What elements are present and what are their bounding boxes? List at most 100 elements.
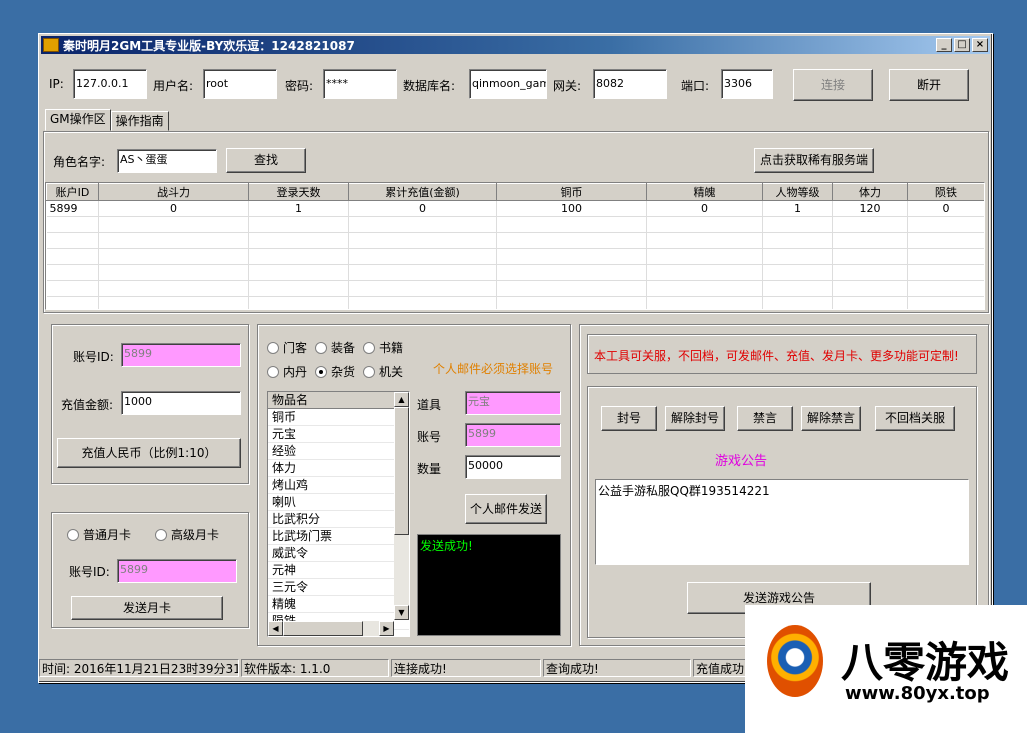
table-cell xyxy=(98,232,249,249)
connect-button[interactable]: 连接 xyxy=(793,69,873,101)
status-time: 时间: 2016年11月21日23时39分31秒 xyxy=(39,659,239,677)
ban-account-button[interactable]: 封号 xyxy=(601,406,657,431)
table-row[interactable] xyxy=(46,280,984,297)
list-item[interactable]: 烤山鸡 xyxy=(268,477,409,494)
table-cell: 5899 xyxy=(46,200,99,217)
list-item[interactable]: 威武令 xyxy=(268,545,409,562)
table-row[interactable] xyxy=(46,264,984,281)
tab-strip: GM操作区 操作指南 xyxy=(45,109,169,131)
scroll-thumb[interactable] xyxy=(394,407,409,535)
column-header[interactable]: 精魄 xyxy=(646,183,763,201)
role-name-field[interactable]: AS丶蛋蛋 xyxy=(117,149,217,173)
table-cell xyxy=(46,264,99,281)
database-field[interactable]: qinmoon_game xyxy=(469,69,547,99)
normal-monthcard-radio[interactable]: 普通月卡 xyxy=(67,526,131,543)
table-cell xyxy=(496,248,647,265)
shutdown-no-rollback-button[interactable]: 不回档关服 xyxy=(875,406,955,431)
list-item[interactable]: 比武积分 xyxy=(268,511,409,528)
table-row[interactable] xyxy=(46,248,984,265)
minimize-button[interactable]: _ xyxy=(936,38,952,52)
announce-textarea[interactable]: 公益手游私服QQ群193514221 xyxy=(595,479,969,565)
table-row[interactable]: 5899 0 1 0 100 0 1 120 0 xyxy=(46,200,984,217)
table-cell xyxy=(832,216,908,233)
table-row[interactable] xyxy=(46,296,984,309)
table-header: 账户ID 战斗力 登录天数 累计充值(金额) 铜币 精魄 人物等级 体力 陨铁 xyxy=(46,183,984,201)
port-field[interactable]: 3306 xyxy=(721,69,773,99)
unban-account-button[interactable]: 解除封号 xyxy=(665,406,725,431)
cat-radio-mechanism[interactable]: 机关 xyxy=(363,363,403,380)
list-item[interactable]: 经验 xyxy=(268,443,409,460)
table-row[interactable] xyxy=(46,232,984,249)
horizontal-scrollbar[interactable]: ◀ ▶ xyxy=(268,621,394,636)
unmute-button[interactable]: 解除禁言 xyxy=(801,406,861,431)
list-item[interactable]: 铜币 xyxy=(268,409,409,426)
cat-radio-misc[interactable]: 杂货 xyxy=(315,363,355,380)
quantity-field[interactable]: 50000 xyxy=(465,455,561,479)
mute-button[interactable]: 禁言 xyxy=(737,406,793,431)
vertical-scrollbar[interactable]: ▲ ▼ xyxy=(394,392,409,620)
username-field[interactable]: root xyxy=(203,69,277,99)
mail-account-label: 账号 xyxy=(417,430,442,444)
list-item[interactable]: 元神 xyxy=(268,562,409,579)
item-field[interactable]: 元宝 xyxy=(465,391,561,415)
recharge-button[interactable]: 充值人民币（比例1:10） xyxy=(57,438,241,468)
table-cell xyxy=(496,232,647,249)
column-header[interactable]: 累计充值(金额) xyxy=(348,183,497,201)
maximize-button[interactable]: □ xyxy=(954,38,970,52)
premium-monthcard-radio[interactable]: 高级月卡 xyxy=(155,526,219,543)
gateway-field[interactable]: 8082 xyxy=(593,69,667,99)
column-header[interactable]: 战斗力 xyxy=(98,183,249,201)
list-item[interactable]: 比武场门票 xyxy=(268,528,409,545)
rare-server-button[interactable]: 点击获取稀有服务端 xyxy=(754,148,874,173)
cat-radio-equipment[interactable]: 装备 xyxy=(315,339,355,356)
radio-unchecked-icon xyxy=(67,528,79,541)
password-field[interactable]: **** xyxy=(323,69,397,99)
scroll-down-icon[interactable]: ▼ xyxy=(394,605,409,620)
column-header[interactable]: 登录天数 xyxy=(248,183,349,201)
list-item[interactable]: 体力 xyxy=(268,460,409,477)
list-item[interactable]: 精魄 xyxy=(268,596,409,613)
list-item[interactable]: 喇叭 xyxy=(268,494,409,511)
mail-account-field[interactable]: 5899 xyxy=(465,423,561,447)
ip-field[interactable]: 127.0.0.1 xyxy=(73,69,147,99)
logo-url: www.80yx.top xyxy=(845,683,990,704)
column-header[interactable]: 陨铁 xyxy=(907,183,984,201)
role-name-label: 角色名字: xyxy=(53,155,106,169)
column-header[interactable]: 体力 xyxy=(832,183,908,201)
table-cell xyxy=(646,248,763,265)
tab-gm-operations[interactable]: GM操作区 xyxy=(45,109,111,131)
column-header[interactable]: 人物等级 xyxy=(762,183,833,201)
hscroll-thumb[interactable] xyxy=(283,621,363,636)
scroll-right-icon[interactable]: ▶ xyxy=(379,621,394,636)
table-cell xyxy=(832,280,908,297)
cat-radio-books[interactable]: 书籍 xyxy=(363,339,403,356)
recharge-account-field[interactable]: 5899 xyxy=(121,343,241,367)
close-button[interactable]: × xyxy=(972,38,988,52)
monthcard-account-field[interactable]: 5899 xyxy=(117,559,237,583)
item-list[interactable]: 物品名 铜币元宝经验体力烤山鸡喇叭比武积分比武场门票威武令元神三元令精魄陨铁比武… xyxy=(267,391,410,637)
scroll-up-icon[interactable]: ▲ xyxy=(394,392,409,407)
item-label: 道具 xyxy=(417,398,442,412)
tab-guide[interactable]: 操作指南 xyxy=(110,111,169,131)
table-cell xyxy=(98,264,249,281)
table-cell: 0 xyxy=(646,200,763,217)
column-header[interactable]: 账户ID xyxy=(46,183,99,201)
cat-radio-neidan[interactable]: 内丹 xyxy=(267,363,307,380)
cat-radio-menke[interactable]: 门客 xyxy=(267,339,307,356)
send-monthcard-button[interactable]: 发送月卡 xyxy=(71,596,223,620)
table-cell xyxy=(832,264,908,281)
disconnect-button[interactable]: 断开 xyxy=(889,69,969,101)
site-logo: 八零游戏 www.80yx.top xyxy=(745,605,1027,733)
list-item[interactable]: 元宝 xyxy=(268,426,409,443)
table-row[interactable] xyxy=(46,216,984,233)
column-header[interactable]: 铜币 xyxy=(496,183,647,201)
find-button[interactable]: 查找 xyxy=(226,148,306,173)
table-cell xyxy=(248,232,349,249)
table-cell xyxy=(98,280,249,297)
scroll-left-icon[interactable]: ◀ xyxy=(268,621,283,636)
list-item[interactable]: 三元令 xyxy=(268,579,409,596)
recharge-amount-field[interactable]: 1000 xyxy=(121,391,241,415)
table-cell xyxy=(348,216,497,233)
table-cell: 0 xyxy=(907,200,984,217)
send-mail-button[interactable]: 个人邮件发送 xyxy=(465,494,547,524)
